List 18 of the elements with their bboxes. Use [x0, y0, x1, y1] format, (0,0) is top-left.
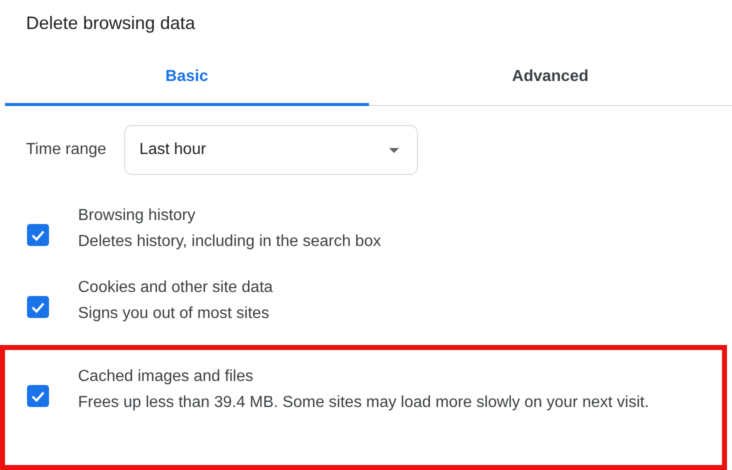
checkbox[interactable] [27, 385, 49, 407]
tab[interactable]: Basic [5, 51, 368, 106]
field-label: Time range [26, 141, 106, 159]
option-title: Browsing history [78, 207, 196, 225]
time-range-dropdown[interactable]: Last hour [124, 125, 418, 175]
option-title: Cookies and other site data [78, 279, 273, 297]
checkmark-icon [31, 302, 45, 312]
option-description: Deletes history, including in the search box [78, 232, 381, 252]
checkmark-icon [31, 390, 45, 402]
option-title: Cached images and files [78, 368, 254, 386]
option-description: Signs you out of most sites [78, 304, 270, 324]
checkbox[interactable] [27, 224, 49, 246]
dialog-title: Delete browsing data [25, 12, 196, 35]
option-description: Frees up less than 39.4 MB. Some sites may load more slowly on your next visit. [78, 393, 649, 413]
caret-icon [389, 148, 400, 152]
checkbox[interactable] [27, 296, 49, 318]
tab[interactable]: Advanced [368, 51, 732, 106]
checkmark-icon [31, 230, 45, 240]
